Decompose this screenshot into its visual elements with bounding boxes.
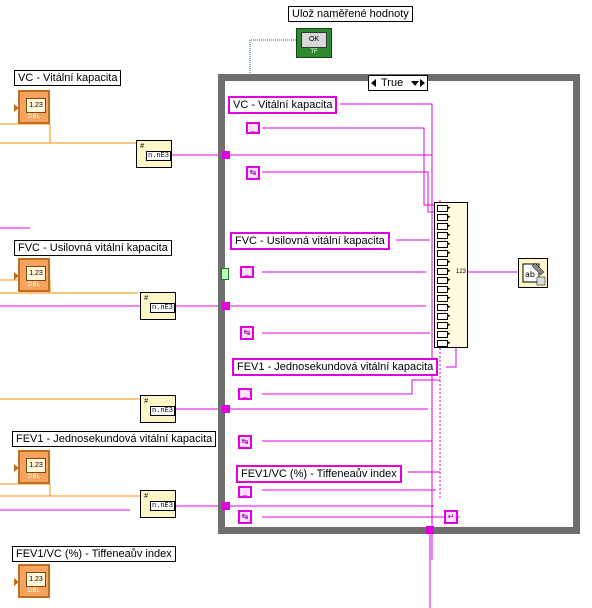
case-label-tiff: FEV1/VC (%) - Tiffeneaův index xyxy=(236,465,402,483)
write-to-file-node[interactable]: ab xyxy=(518,258,548,288)
case-dropdown-icon[interactable] xyxy=(411,81,419,86)
control-label-vc: VC - Vitální kapacita xyxy=(14,70,122,86)
numeric-wire-vc-drop xyxy=(0,123,51,143)
file-write-icon: ab xyxy=(522,262,546,286)
dbl-terminal-fev1[interactable]: 1.23 DBL xyxy=(14,450,50,484)
case-tunnel xyxy=(426,526,434,534)
numeric-wire-tiff-drop xyxy=(0,483,51,496)
case-label-fvc: FVC - Usilovná vitální kapacita xyxy=(230,232,390,250)
case-label-fev1: FEV1 - Jednosekundová vitální kapacita xyxy=(232,358,439,376)
tab-constant[interactable]: ↹ xyxy=(246,166,260,180)
number-to-string-fev1[interactable]: # n.nE3 xyxy=(140,395,176,423)
case-tunnel xyxy=(222,302,230,310)
case-tunnel xyxy=(222,405,230,413)
button-label: Ulož naměřené hodnoty xyxy=(288,6,413,22)
string-wire-5 xyxy=(0,505,222,511)
string-constant[interactable]: _ xyxy=(238,486,252,498)
tab-constant[interactable]: ↹ xyxy=(238,435,252,449)
case-next-icon[interactable] xyxy=(420,79,425,87)
control-label-fvc: FVC - Usilovná vitální kapacita xyxy=(14,240,172,256)
boolean-wire xyxy=(249,39,296,74)
case-tunnel xyxy=(222,151,230,159)
number-to-string-vc[interactable]: # n.nE3 xyxy=(136,140,172,168)
dbl-terminal-fvc[interactable]: 1.23 DBL xyxy=(14,258,50,292)
tab-constant[interactable]: ↹ xyxy=(238,510,252,524)
number-to-string-tiff[interactable]: # n.nE3 xyxy=(140,490,176,518)
dbl-terminal-vc[interactable]: 1.23 DBL xyxy=(14,90,50,124)
boolean-tunnel xyxy=(221,268,229,280)
case-selector-label: True xyxy=(381,77,404,89)
concatenate-strings-node[interactable]: ▸ ▸ ▸ ▸ ▸ ▸ ▸ ▸ ▸ ▸ ▸ ▸ ▸ ▸ ▸ ▸ 123 xyxy=(434,202,468,348)
control-label-tiff: FEV1/VC (%) - Tiffeneaův index xyxy=(12,546,176,562)
case-selector[interactable]: True xyxy=(368,75,428,91)
button-type: TF xyxy=(310,49,318,55)
case-tunnel xyxy=(222,502,230,510)
end-of-line-constant[interactable]: ↵ xyxy=(444,510,458,524)
concatenate-output-icon: 123 xyxy=(456,269,467,275)
dbl-terminal-tiff[interactable]: 1.23 DBL xyxy=(14,564,50,598)
string-constant[interactable]: _ xyxy=(238,388,252,400)
string-constant[interactable]: _ xyxy=(240,266,254,278)
ok-face: OK xyxy=(301,32,327,48)
case-label-vc: VC - Vitální kapacita xyxy=(228,96,338,114)
tab-constant[interactable]: ↹ xyxy=(240,326,254,340)
save-values-button[interactable]: OK TF xyxy=(296,28,332,58)
string-constant[interactable]: _ xyxy=(246,122,260,134)
number-to-string-fvc[interactable]: # n.nE3 xyxy=(140,292,176,320)
svg-text:ab: ab xyxy=(525,270,535,279)
control-label-fev1: FEV1 - Jednosekundová vitální kapacita xyxy=(12,431,217,447)
case-prev-icon[interactable] xyxy=(371,79,376,87)
